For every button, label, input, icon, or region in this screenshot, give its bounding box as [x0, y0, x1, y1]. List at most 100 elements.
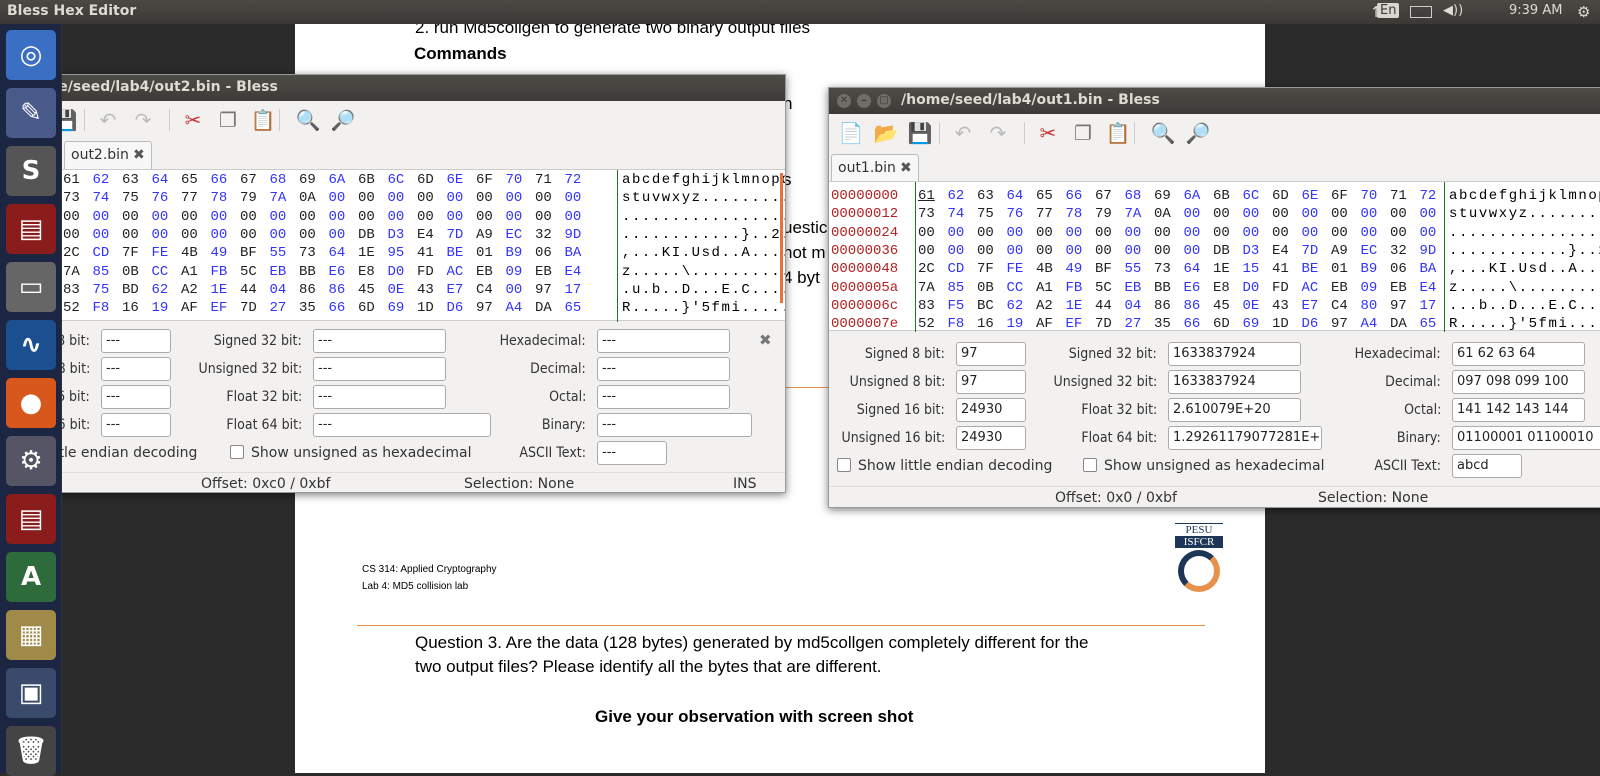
ascii-row[interactable]: R.....}'5fmi.....e	[622, 300, 785, 316]
hex-byte[interactable]: 00	[299, 227, 329, 243]
hex-byte[interactable]: FE	[1007, 261, 1037, 277]
hex-byte[interactable]: 00	[447, 190, 477, 206]
hex-byte[interactable]: E8	[358, 264, 388, 280]
hex-byte[interactable]: 74	[948, 206, 978, 222]
hex-byte[interactable]: EB	[535, 264, 565, 280]
hex-byte[interactable]: 7D	[1302, 243, 1332, 259]
hex-byte[interactable]: 00	[1154, 243, 1184, 259]
close-tab-icon[interactable]: ✖	[133, 147, 145, 163]
hex-byte[interactable]: 41	[1272, 261, 1302, 277]
ascii-row[interactable]: .u.b..D...E.C.....	[622, 282, 785, 298]
hex-byte[interactable]: A9	[1331, 243, 1361, 259]
hex-byte[interactable]: CD	[93, 245, 123, 261]
hex-byte[interactable]: 67	[240, 172, 270, 188]
hex-byte[interactable]: 00	[1243, 225, 1273, 241]
title-bar[interactable]: ✕ – □ /home/seed/lab4/out1.bin - Bless	[829, 88, 1600, 114]
hex-byte[interactable]: 64	[329, 245, 359, 261]
hex-byte[interactable]: EB	[476, 264, 506, 280]
hex-byte[interactable]: E7	[1302, 298, 1332, 314]
hex-byte[interactable]: 4B	[1036, 261, 1066, 277]
hex-byte[interactable]: 43	[1272, 298, 1302, 314]
hex-byte[interactable]: 95	[388, 245, 418, 261]
hex-byte[interactable]: 04	[270, 282, 300, 298]
hex-byte[interactable]: 00	[1331, 225, 1361, 241]
hex-byte[interactable]: 00	[506, 190, 536, 206]
field-u16[interactable]: 24930	[956, 426, 1026, 450]
ascii-row[interactable]: stuvwxyz..........	[1449, 206, 1600, 222]
hex-byte[interactable]: BA	[565, 245, 595, 261]
hex-byte[interactable]: 97	[476, 300, 506, 316]
hex-byte[interactable]: E6	[329, 264, 359, 280]
hex-byte[interactable]: 83	[63, 282, 93, 298]
hex-byte[interactable]: 00	[1272, 206, 1302, 222]
firefox-icon[interactable]: ●	[6, 378, 56, 428]
hex-byte[interactable]: 66	[1184, 316, 1214, 332]
hex-byte[interactable]: 75	[977, 206, 1007, 222]
hex-byte[interactable]: 74	[93, 190, 123, 206]
hex-byte[interactable]: 6B	[358, 172, 388, 188]
redo-icon-button[interactable]: ↷	[129, 107, 157, 133]
hex-byte[interactable]: BE	[447, 245, 477, 261]
ascii-row[interactable]: ,...KI.Usd..A.....	[622, 245, 785, 261]
hex-byte[interactable]: D6	[1302, 316, 1332, 332]
hex-byte[interactable]: 49	[1066, 261, 1096, 277]
hex-byte[interactable]: DB	[358, 227, 388, 243]
hex-byte[interactable]: 00	[329, 190, 359, 206]
hex-byte[interactable]: C4	[476, 282, 506, 298]
hex-byte[interactable]: 0E	[388, 282, 418, 298]
hex-byte[interactable]: FB	[1066, 280, 1096, 296]
hex-byte[interactable]: 00	[181, 209, 211, 225]
hex-byte[interactable]: 69	[388, 300, 418, 316]
hex-byte[interactable]: 00	[1125, 243, 1155, 259]
checkbox-box[interactable]	[1083, 458, 1097, 472]
unsigned-hex-checkbox[interactable]: Show unsigned as hexadecimal	[1083, 458, 1325, 474]
hex-byte[interactable]: 00	[63, 227, 93, 243]
hex-byte[interactable]: 06	[1390, 261, 1420, 277]
hex-byte[interactable]: 76	[152, 190, 182, 206]
hex-byte[interactable]: 5C	[1095, 280, 1125, 296]
terminal-2-icon[interactable]: ▤	[6, 494, 56, 544]
hex-byte[interactable]: 69	[1154, 188, 1184, 204]
hex-byte[interactable]: 61	[63, 172, 93, 188]
hex-byte[interactable]: 7D	[447, 227, 477, 243]
hex-byte[interactable]: 0E	[1243, 298, 1273, 314]
ascii-row[interactable]: ............}..2.	[622, 227, 785, 243]
hex-byte[interactable]: 6E	[447, 172, 477, 188]
hex-byte[interactable]: 2C	[63, 245, 93, 261]
field-f32[interactable]: 2.610079E+20	[1168, 398, 1301, 422]
ascii-row[interactable]: abcdefghijklmnopqr	[1449, 188, 1600, 204]
scrollbar[interactable]	[780, 173, 783, 303]
hex-byte[interactable]: 6D	[1272, 188, 1302, 204]
hex-byte[interactable]: 00	[1184, 225, 1214, 241]
hex-byte[interactable]: E4	[417, 227, 447, 243]
hex-byte[interactable]: 00	[1361, 206, 1391, 222]
hex-byte[interactable]: 7F	[122, 245, 152, 261]
hex-byte[interactable]: 83	[918, 298, 948, 314]
hex-byte[interactable]: 62	[93, 172, 123, 188]
hex-byte[interactable]: A1	[1036, 280, 1066, 296]
paste-icon-button[interactable]: 📋	[1104, 120, 1132, 146]
minimize-window-button[interactable]: –	[857, 94, 871, 108]
hex-byte[interactable]: 52	[63, 300, 93, 316]
hex-byte[interactable]: 00	[240, 227, 270, 243]
hex-byte[interactable]: 66	[1066, 188, 1096, 204]
hex-byte[interactable]: 77	[1036, 206, 1066, 222]
hex-byte[interactable]: D6	[447, 300, 477, 316]
hex-byte[interactable]: 75	[122, 190, 152, 206]
hex-byte[interactable]: 00	[181, 227, 211, 243]
hex-byte[interactable]: DB	[1213, 243, 1243, 259]
hex-byte[interactable]: 00	[1272, 225, 1302, 241]
hex-byte[interactable]: 7A	[63, 264, 93, 280]
hex-byte[interactable]: F8	[93, 300, 123, 316]
hex-byte[interactable]: 7D	[1095, 316, 1125, 332]
hex-byte[interactable]: 78	[211, 190, 241, 206]
hex-byte[interactable]: 66	[211, 172, 241, 188]
hex-byte[interactable]: 00	[447, 209, 477, 225]
hex-byte[interactable]: 64	[1007, 188, 1037, 204]
hex-byte[interactable]: 00	[1243, 206, 1273, 222]
hex-byte[interactable]: 00	[1036, 225, 1066, 241]
hex-byte[interactable]: 00	[1331, 206, 1361, 222]
hex-byte[interactable]: FB	[211, 264, 241, 280]
find-replace-icon-button[interactable]: 🔎	[1184, 120, 1212, 146]
hex-byte[interactable]: 43	[417, 282, 447, 298]
